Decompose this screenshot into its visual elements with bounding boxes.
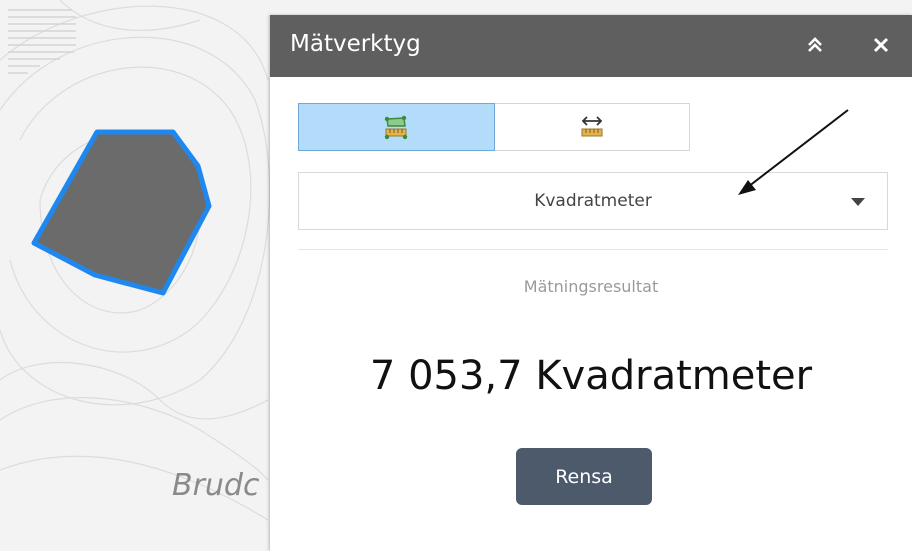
unit-select-value: Kvadratmeter (534, 191, 652, 211)
double-chevron-up-icon (808, 37, 822, 52)
close-button[interactable] (867, 31, 895, 59)
distance-tool-button[interactable] (495, 104, 690, 150)
divider (298, 249, 888, 250)
map-place-label: Brudc (172, 468, 260, 503)
collapse-button[interactable] (801, 31, 829, 59)
area-tool-button[interactable] (298, 103, 495, 151)
close-icon (873, 37, 889, 53)
area-measure-icon (385, 115, 408, 140)
measurement-panel: Mätverktyg Kvadratmeter Mätningsresultat… (270, 15, 912, 551)
result-label: Mätningsresultat (523, 277, 659, 296)
panel-header: Mätverktyg (270, 15, 912, 77)
distance-measure-icon (581, 116, 603, 137)
clear-button[interactable]: Rensa (516, 448, 652, 505)
measure-tool-toggle (298, 103, 690, 151)
result-value: 7 053,7 Kvadratmeter (369, 353, 813, 399)
panel-title: Mätverktyg (290, 31, 421, 57)
unit-select[interactable]: Kvadratmeter (298, 172, 888, 230)
chevron-down-icon (851, 198, 865, 206)
